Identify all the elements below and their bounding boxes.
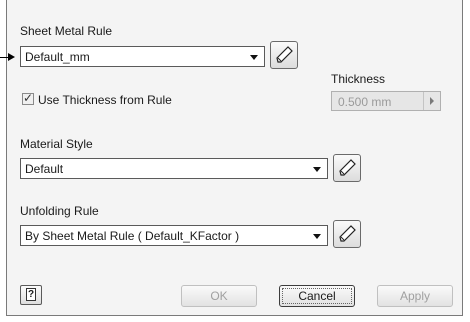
use-thickness-checkbox[interactable]: ✓ [22, 91, 34, 105]
unfolding-rule-value: By Sheet Metal Rule ( Default_KFactor ) [25, 229, 240, 243]
chevron-down-icon [250, 55, 258, 60]
unfolding-rule-dropdown[interactable]: By Sheet Metal Rule ( Default_KFactor ) [20, 225, 328, 246]
edit-material-style-button[interactable] [333, 154, 361, 182]
material-style-dropdown[interactable]: Default [20, 158, 328, 179]
sheet-metal-rule-value: Default_mm [25, 50, 90, 64]
material-style-label: Material Style [20, 137, 93, 151]
pencil-icon [276, 46, 293, 63]
thickness-label: Thickness [331, 72, 386, 86]
apply-button[interactable]: Apply [377, 285, 453, 307]
checkmark-icon: ✓ [23, 91, 34, 105]
thickness-value: 0.500 mm [338, 95, 392, 109]
use-thickness-label: Use Thickness from Rule [38, 93, 172, 107]
chevron-down-icon [313, 234, 321, 239]
spinner-right-icon [423, 92, 440, 110]
cancel-button[interactable]: Cancel [279, 285, 355, 307]
sheet-metal-rule-dropdown[interactable]: Default_mm [20, 46, 265, 67]
edit-sheet-metal-rule-button[interactable] [270, 41, 298, 69]
pencil-icon [339, 225, 356, 242]
sheet-metal-rule-label: Sheet Metal Rule [20, 24, 113, 38]
edit-unfolding-rule-button[interactable] [333, 220, 361, 248]
material-style-value: Default [25, 162, 64, 176]
cancel-button-label: Cancel [298, 289, 336, 303]
pencil-icon [339, 159, 356, 176]
chevron-down-icon [313, 167, 321, 172]
thickness-field: 0.500 mm [331, 91, 441, 111]
help-icon: ? [26, 288, 36, 301]
callout-arrow-icon [0, 53, 15, 61]
unfolding-rule-label: Unfolding Rule [20, 204, 99, 218]
help-button[interactable]: ? [20, 285, 42, 305]
ok-button[interactable]: OK [181, 285, 257, 307]
